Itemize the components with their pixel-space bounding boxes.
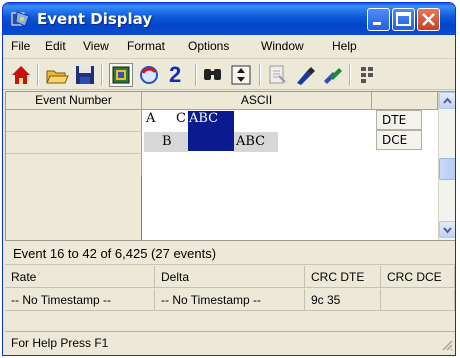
toolbar-separator — [37, 64, 38, 86]
frame-icon — [112, 66, 130, 84]
vertical-scrollbar[interactable] — [438, 92, 455, 240]
menu-bar: File Edit View Format Options Window Hel… — [3, 35, 455, 59]
close-button[interactable] — [417, 8, 440, 31]
number-two-button[interactable]: 2 — [165, 62, 189, 87]
toolbar-separator — [195, 64, 196, 86]
crc-dte-value: 9c 35 — [305, 289, 381, 311]
scroll-up-button[interactable] — [439, 92, 455, 109]
menu-file[interactable]: File — [11, 39, 30, 53]
grid-button[interactable] — [357, 63, 381, 87]
jump-button[interactable] — [229, 63, 253, 87]
selection-block — [188, 131, 234, 151]
toolbar-separator — [259, 64, 260, 86]
menu-window[interactable]: Window — [261, 39, 304, 53]
cycle-icon — [140, 66, 158, 84]
delta-value: -- No Timestamp -- — [155, 289, 305, 311]
event-number-cell[interactable] — [6, 154, 142, 176]
menu-view[interactable]: View — [83, 39, 109, 53]
save-icon — [76, 66, 94, 84]
maximize-button[interactable] — [392, 8, 415, 31]
crc-dce-value — [381, 289, 455, 311]
close-icon — [422, 13, 435, 26]
ascii-char[interactable]: A — [146, 111, 155, 126]
ascii-char[interactable]: B — [162, 134, 172, 149]
event-number-cell[interactable] — [6, 132, 142, 154]
app-icon — [11, 11, 30, 27]
document-button[interactable] — [265, 63, 289, 87]
crc-dte-header: CRC DTE — [305, 266, 381, 288]
timestamp-table: Rate Delta CRC DTE CRC DCE -- No Timesta… — [5, 266, 455, 320]
status-text: For Help Press F1 — [11, 336, 109, 350]
title-bar[interactable]: Event Display — [3, 3, 455, 35]
home-button[interactable] — [9, 63, 33, 87]
ascii-header[interactable]: ASCII — [142, 92, 372, 110]
grid-icon — [361, 67, 373, 83]
scroll-thumb[interactable] — [439, 158, 455, 180]
status-bar: For Help Press F1 — [5, 331, 455, 353]
home-icon — [12, 66, 30, 84]
resize-grip-icon[interactable] — [441, 339, 453, 351]
event-number-header[interactable]: Event Number — [6, 92, 142, 110]
dce-label: DCE — [376, 130, 422, 150]
event-range-info: Event 16 to 42 of 6,425 (27 events) — [5, 243, 455, 265]
menu-format[interactable]: Format — [127, 39, 165, 53]
open-button[interactable] — [45, 63, 69, 87]
find-icon — [204, 69, 221, 80]
pens-icon — [324, 68, 342, 84]
toolbar-separator — [349, 64, 350, 86]
event-display-window: Event Display File Edit View Format Opti… — [2, 2, 456, 356]
rate-header: Rate — [5, 266, 155, 288]
chevron-down-icon — [443, 227, 452, 234]
pen-button[interactable] — [293, 63, 317, 87]
cycle-button[interactable] — [137, 63, 161, 87]
rate-value: -- No Timestamp -- — [5, 289, 155, 311]
frame-view-button[interactable] — [109, 63, 133, 87]
minimize-icon — [373, 22, 381, 25]
menu-options[interactable]: Options — [188, 39, 229, 53]
number-two-icon: 2 — [169, 62, 182, 87]
document-icon — [269, 65, 286, 84]
pens-button[interactable] — [321, 63, 345, 87]
maximize-icon — [396, 12, 411, 26]
delta-header: Delta — [155, 266, 305, 288]
find-button[interactable] — [201, 63, 225, 87]
event-grid[interactable]: Event Number ASCII A C ABC B ABC DTE DCE — [5, 91, 455, 241]
jump-icon — [231, 65, 251, 85]
pen-icon — [297, 67, 315, 85]
scroll-down-button[interactable] — [439, 221, 455, 238]
save-button[interactable] — [73, 63, 97, 87]
chevron-up-icon — [443, 97, 452, 104]
menu-edit[interactable]: Edit — [45, 39, 66, 53]
crc-dce-header: CRC DCE — [381, 266, 455, 288]
toolbar: 2 — [3, 60, 455, 90]
open-folder-icon — [46, 70, 69, 84]
menu-help[interactable]: Help — [332, 39, 357, 53]
toolbar-separator — [101, 64, 102, 86]
dte-label: DTE — [376, 110, 422, 130]
ascii-char-block[interactable]: ABC — [234, 132, 278, 152]
label-header[interactable] — [372, 92, 438, 110]
window-title: Event Display — [37, 10, 153, 28]
minimize-button[interactable] — [367, 8, 390, 31]
ascii-char[interactable]: C — [176, 111, 186, 126]
event-number-cell[interactable] — [6, 110, 142, 132]
ascii-selected[interactable]: ABC — [188, 111, 234, 131]
